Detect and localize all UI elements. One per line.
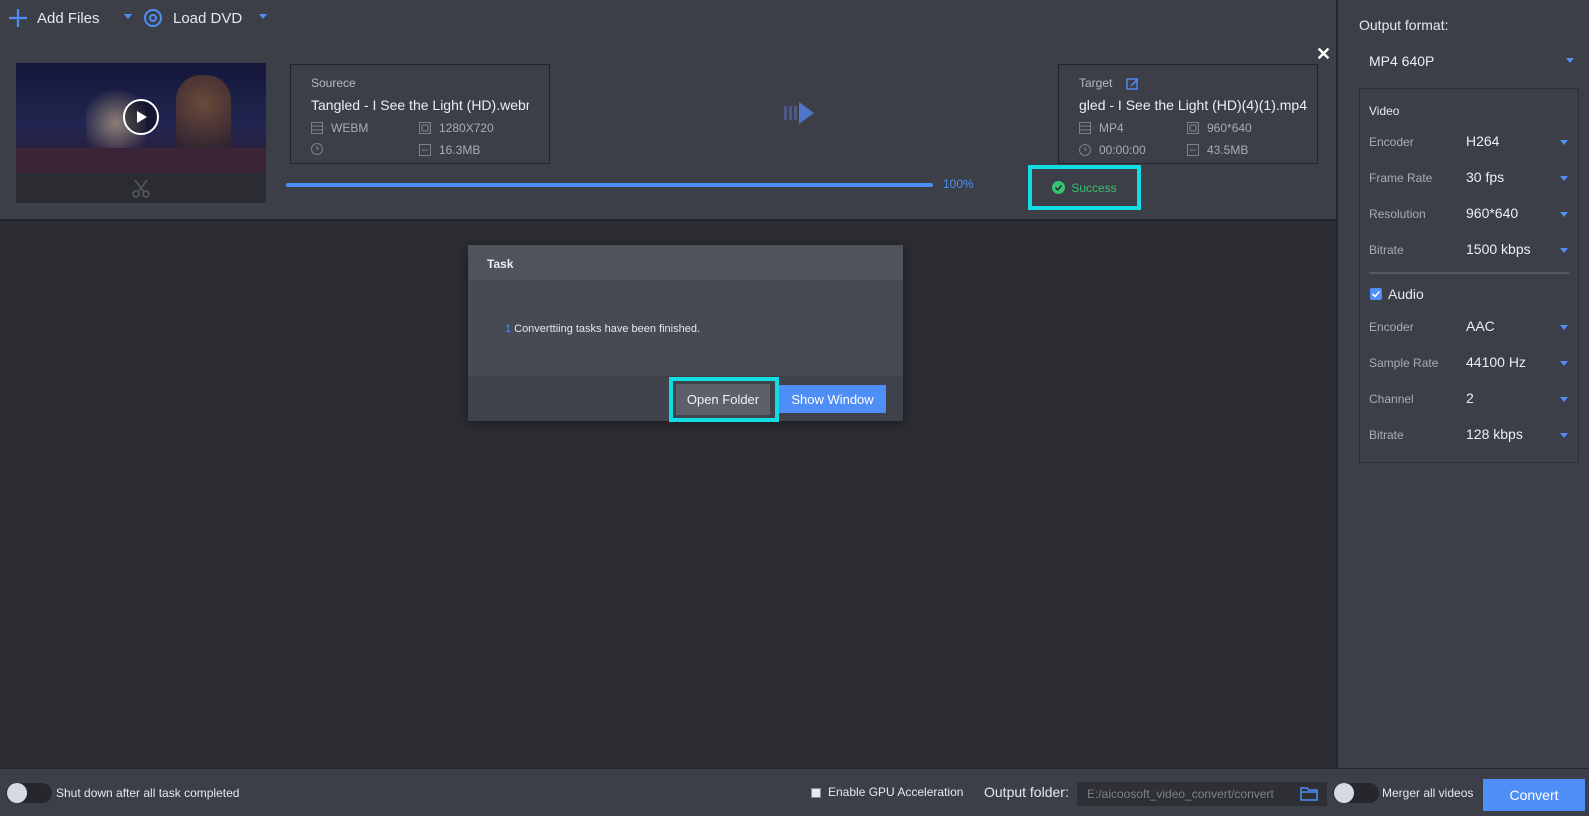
progress-percent: 100% bbox=[943, 177, 974, 191]
audio-checkbox[interactable] bbox=[1370, 288, 1382, 300]
plus-icon bbox=[9, 9, 27, 27]
convert-arrow-icon bbox=[784, 102, 814, 124]
trim-bar bbox=[16, 173, 266, 203]
format-icon bbox=[311, 122, 323, 134]
load-dvd-label: Load DVD bbox=[173, 9, 243, 27]
add-files-button[interactable]: Add Files bbox=[8, 8, 100, 28]
resolution-select[interactable]: Resolution 960*640 bbox=[1369, 205, 1569, 225]
video-encoder-select[interactable]: Encoder H264 bbox=[1369, 133, 1569, 153]
video-thumbnail[interactable] bbox=[16, 63, 266, 203]
chevron-down-icon bbox=[1560, 140, 1568, 145]
source-info-panel: Sourece Tangled - I See the Light (HD).w… bbox=[290, 64, 550, 164]
chevron-down-icon bbox=[1560, 397, 1568, 402]
bottom-bar: Shut down after all task completed Enabl… bbox=[0, 768, 1589, 816]
status-badge: Success bbox=[1028, 165, 1141, 210]
gpu-checkbox[interactable] bbox=[811, 788, 821, 798]
edit-icon[interactable] bbox=[1126, 77, 1139, 90]
dialog-message-text: Converttiing tasks have been finished. bbox=[514, 323, 701, 335]
filesize-icon bbox=[1187, 144, 1199, 156]
target-duration: 00:00:00 bbox=[1099, 143, 1146, 157]
scissors-icon[interactable] bbox=[130, 177, 152, 199]
sample-rate-select[interactable]: Sample Rate 44100 Hz bbox=[1369, 354, 1569, 374]
progress-bar bbox=[286, 183, 933, 187]
toolbar: Add Files Load DVD bbox=[0, 0, 1336, 40]
gpu-label: Enable GPU Acceleration bbox=[828, 785, 964, 799]
target-size: 43.5MB bbox=[1207, 143, 1249, 157]
dialog-title: Task bbox=[468, 245, 903, 280]
divider bbox=[1369, 272, 1569, 274]
add-files-label: Add Files bbox=[37, 9, 100, 27]
output-settings-panel: Output format: MP4 640P Video Encoder H2… bbox=[1336, 0, 1589, 768]
remove-file-icon[interactable]: ✕ bbox=[1316, 44, 1331, 65]
channel-select[interactable]: Channel 2 bbox=[1369, 390, 1569, 410]
merge-toggle[interactable] bbox=[1333, 783, 1379, 803]
video-section-title: Video bbox=[1369, 104, 1400, 118]
output-format-label: Output format: bbox=[1359, 17, 1449, 33]
audio-encoder-select[interactable]: Encoder AAC bbox=[1369, 318, 1569, 338]
status-text: Success bbox=[1071, 180, 1117, 195]
chevron-down-icon bbox=[1560, 212, 1568, 217]
source-format: WEBM bbox=[331, 121, 369, 135]
shutdown-label: Shut down after all task completed bbox=[56, 786, 240, 800]
source-label: Sourece bbox=[311, 76, 356, 90]
audio-section-title: Audio bbox=[1388, 286, 1424, 302]
chevron-down-icon bbox=[1560, 248, 1568, 253]
output-format-value: MP4 640P bbox=[1369, 53, 1435, 69]
load-dvd-button[interactable]: Load DVD bbox=[143, 8, 242, 28]
play-icon[interactable] bbox=[123, 99, 159, 135]
chevron-down-icon bbox=[1560, 176, 1568, 181]
output-folder-input[interactable] bbox=[1077, 782, 1327, 806]
progress-fill bbox=[286, 183, 933, 187]
target-filename: Tangled - I See the Light (HD)(4)(1).mp4 bbox=[1079, 97, 1307, 113]
source-size: 16.3MB bbox=[439, 143, 481, 157]
check-circle-icon bbox=[1052, 181, 1066, 194]
target-format: MP4 bbox=[1099, 121, 1124, 135]
task-dialog: Task 1 Converttiing tasks have been finis… bbox=[468, 245, 903, 422]
task-count: 1 bbox=[505, 323, 512, 335]
clock-icon bbox=[311, 143, 323, 155]
dialog-footer: Open Folder Show Window bbox=[468, 376, 903, 422]
chevron-down-icon bbox=[1566, 58, 1574, 63]
file-row: Sourece Tangled - I See the Light (HD).w… bbox=[0, 40, 1336, 221]
convert-button[interactable]: Convert bbox=[1483, 779, 1585, 811]
shutdown-toggle[interactable] bbox=[6, 783, 52, 803]
target-info-panel: Target Tangled - I See the Light (HD)(4)… bbox=[1058, 64, 1318, 164]
format-icon bbox=[1079, 122, 1091, 134]
target-resolution: 960*640 bbox=[1207, 121, 1252, 135]
settings-box: Video Encoder H264 Frame Rate 30 fps Res… bbox=[1359, 88, 1579, 463]
dialog-message: 1 Converttiing tasks have been finished. bbox=[505, 323, 700, 335]
output-folder-label: Output folder: bbox=[984, 784, 1069, 800]
disc-icon bbox=[144, 9, 162, 27]
show-window-button[interactable]: Show Window bbox=[779, 385, 886, 413]
open-folder-button[interactable]: Open Folder bbox=[676, 384, 770, 415]
audio-bitrate-select[interactable]: Bitrate 128 kbps bbox=[1369, 426, 1569, 446]
filesize-icon bbox=[419, 144, 431, 156]
open-folder-highlight: Open Folder bbox=[669, 377, 779, 422]
add-files-dropdown-icon[interactable] bbox=[124, 14, 132, 19]
target-label: Target bbox=[1079, 76, 1113, 90]
chevron-down-icon bbox=[1560, 361, 1568, 366]
resolution-icon bbox=[419, 122, 431, 134]
load-dvd-dropdown-icon[interactable] bbox=[259, 14, 267, 19]
folder-icon[interactable] bbox=[1300, 786, 1318, 801]
chevron-down-icon bbox=[1560, 433, 1568, 438]
output-format-select[interactable]: MP4 640P bbox=[1369, 53, 1574, 69]
video-bitrate-select[interactable]: Bitrate 1500 kbps bbox=[1369, 241, 1569, 261]
source-resolution: 1280X720 bbox=[439, 121, 494, 135]
merge-label: Merger all videos bbox=[1382, 786, 1474, 800]
chevron-down-icon bbox=[1560, 325, 1568, 330]
clock-icon bbox=[1079, 144, 1091, 156]
resolution-icon bbox=[1187, 122, 1199, 134]
source-filename: Tangled - I See the Light (HD).webm bbox=[311, 97, 529, 113]
frame-rate-select[interactable]: Frame Rate 30 fps bbox=[1369, 169, 1569, 189]
